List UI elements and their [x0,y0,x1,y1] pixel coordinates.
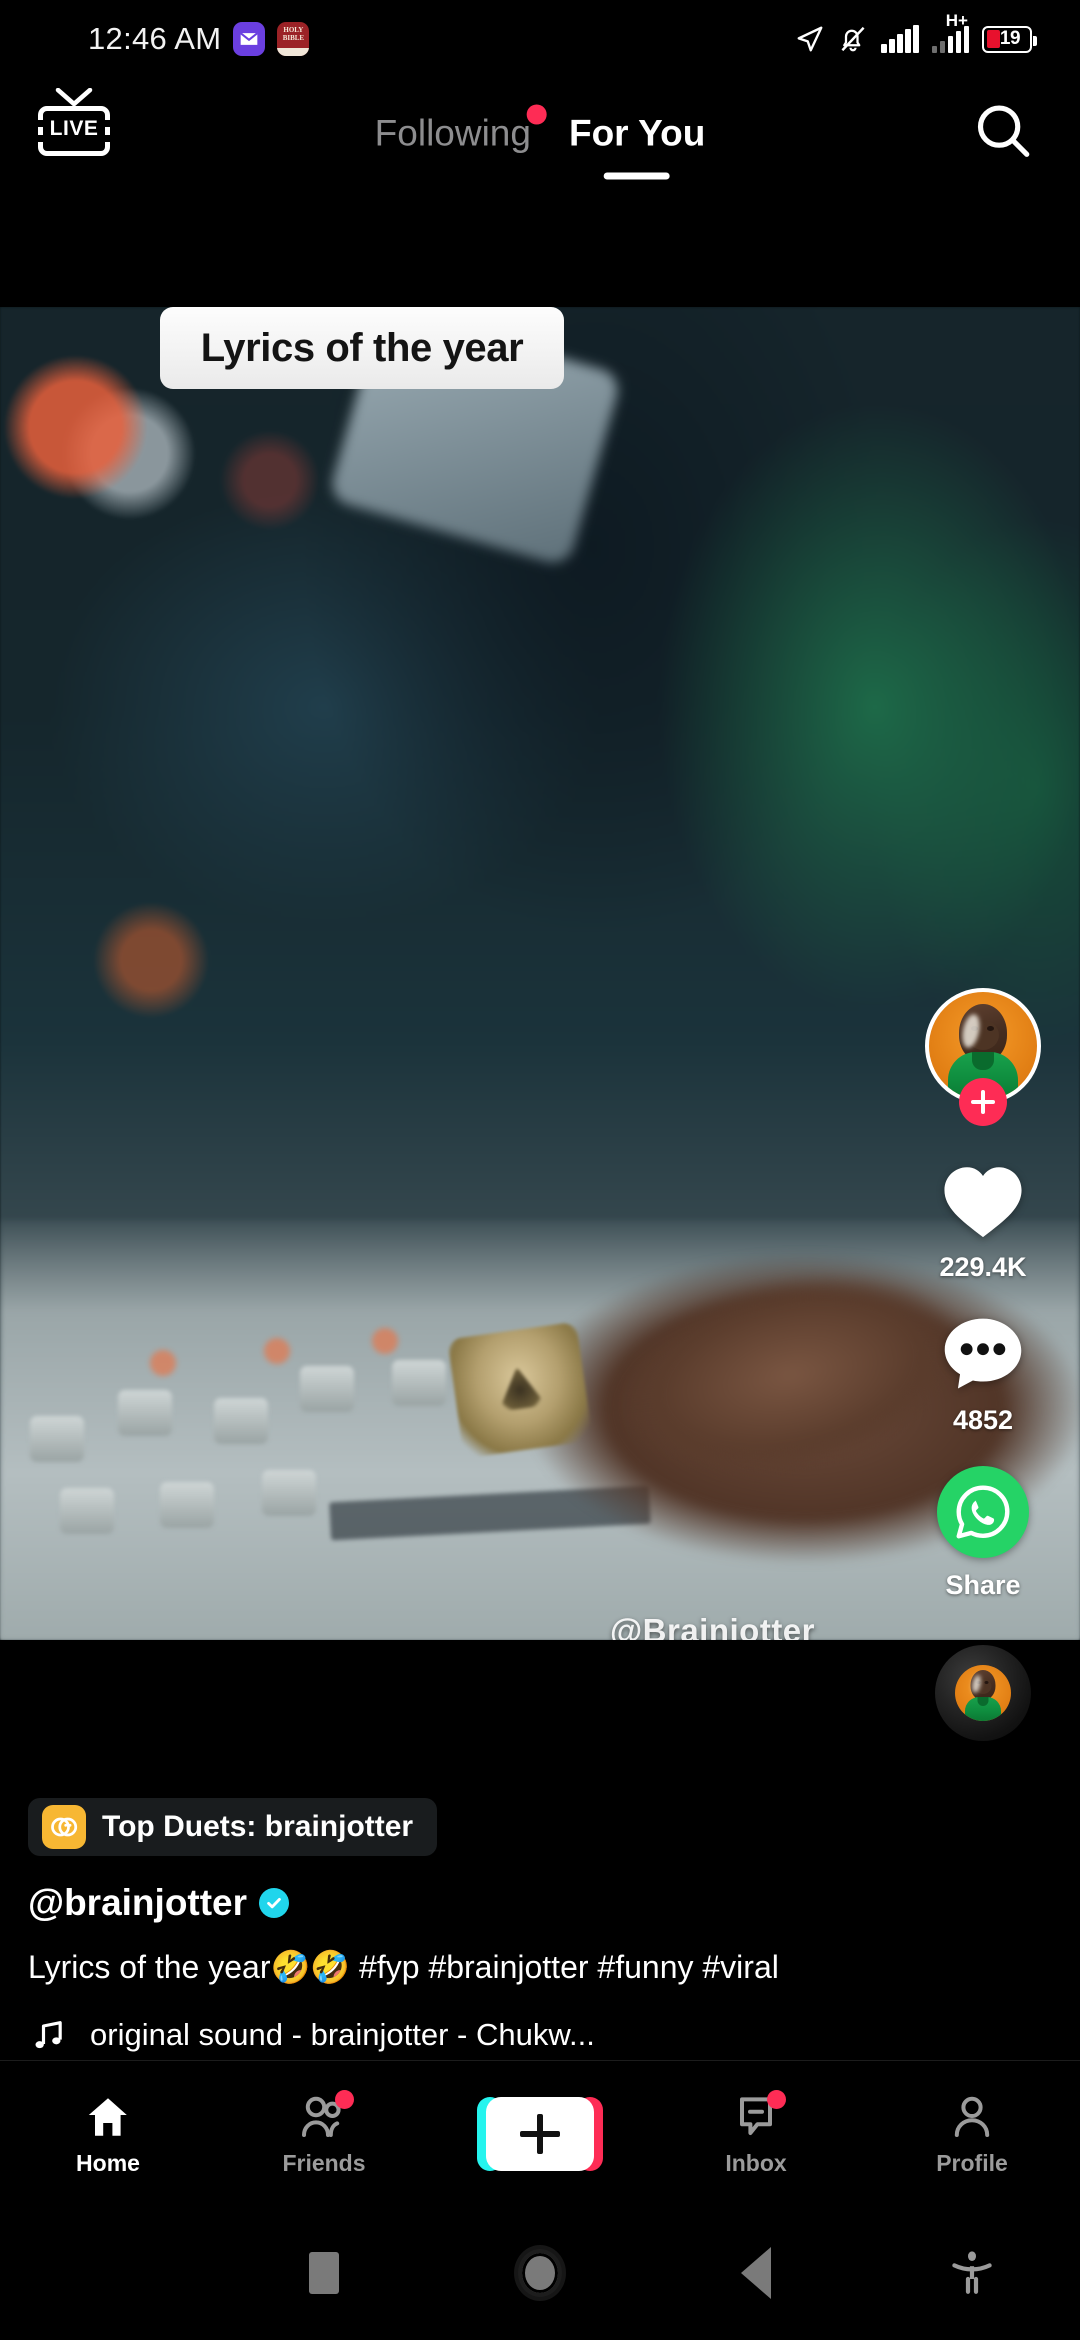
notifications-muted-icon [841,26,865,52]
plus-icon [520,2113,560,2154]
share-button[interactable]: Share [937,1466,1029,1601]
feed-tabs: Following For You [374,104,706,180]
action-rail: 229.4K 4852 Share [908,988,1058,1741]
comment-bubble-icon [940,1313,1026,1393]
home-circle-icon [514,2245,566,2301]
tab-following-label: Following [374,112,531,154]
active-tab-underline [604,172,671,180]
tab-for-you[interactable]: For You [568,112,706,180]
bible-app-icon: HOLY BIBLE [277,22,310,56]
video-text-sticker-label: Lyrics of the year [200,325,524,370]
home-button[interactable] [432,2245,648,2301]
network-type-label: H+ [945,11,968,30]
video-watermark: @Brainjotter [609,1612,815,1640]
status-bar-right: H+ 19 [795,12,1080,54]
nav-item-home[interactable]: Home [0,2092,216,2175]
like-button[interactable]: 229.4K [939,1160,1027,1283]
inbox-icon [728,2090,786,2142]
disc-avatar-eye-right [984,1681,989,1684]
battery-percent-label: 19 [999,28,1021,49]
status-bar: 12:46 AM HOLY BIBLE H+ 19 [0,0,1080,78]
music-note-icon [35,2021,62,2049]
post-info: Top Duets: brainjotter @brainjotter Lyri… [28,1797,788,2056]
search-icon [977,105,1030,157]
back-triangle-icon [741,2247,771,2299]
location-arrow-icon [797,26,823,52]
author-avatar-button[interactable] [925,988,1041,1126]
back-button[interactable] [648,2247,864,2299]
home-icon [80,2092,136,2142]
top-navigation-bar: LIVE Following For You [0,78,1080,188]
recents-button[interactable] [216,2252,432,2294]
music-row[interactable]: original sound - brainjotter - Chukw... [28,2014,788,2056]
verified-badge-icon [259,1887,290,1918]
accessibility-icon [952,2251,992,2294]
friends-badge-dot [335,2090,354,2109]
accessibility-button[interactable] [864,2247,1080,2299]
music-disc-avatar [955,1665,1011,1721]
profile-icon [944,2092,1000,2142]
create-button-wrapper [432,2096,648,2171]
status-bar-left: 12:46 AM HOLY BIBLE [0,21,310,57]
tv-antenna-icon [55,88,93,107]
comment-button[interactable]: 4852 [940,1313,1026,1436]
nav-item-profile[interactable]: Profile [864,2092,1080,2175]
bottom-navigation-bar: Home Friends Inbox Profile [0,2060,1080,2206]
video-gold-ring [447,1321,593,1459]
like-count: 229.4K [939,1252,1027,1282]
whatsapp-icon [937,1466,1029,1558]
post-caption[interactable]: Lyrics of the year🤣🤣 #fyp #brainjotter #… [28,1946,788,1988]
heart-icon [939,1160,1027,1240]
nav-item-inbox[interactable]: Inbox [648,2090,864,2176]
status-bar-clock: 12:46 AM [88,21,222,56]
author-username: @brainjotter [28,1881,248,1923]
mail-icon [233,22,266,56]
author-row[interactable]: @brainjotter [28,1882,788,1924]
live-tv-icon: LIVE [37,88,121,156]
nav-label-friends: Friends [282,2150,366,2176]
create-post-button[interactable] [477,2096,603,2171]
disc-avatar-head [970,1670,996,1700]
share-label: Share [945,1570,1021,1600]
nav-label-home: Home [76,2150,140,2176]
music-title: original sound - brainjotter - Chukw... [90,2017,595,2052]
duet-badge[interactable]: Top Duets: brainjotter [28,1797,438,1856]
duet-badge-label: Top Duets: brainjotter [102,1809,414,1843]
avatar-collar [972,1052,994,1070]
follow-button[interactable] [959,1078,1007,1126]
nav-label-inbox: Inbox [725,2150,787,2176]
battery-indicator: 19 [982,25,1037,53]
nav-label-profile: Profile [936,2150,1008,2176]
search-button[interactable] [972,100,1034,167]
inbox-badge-dot [767,2090,786,2109]
music-disc-button[interactable] [935,1645,1031,1741]
live-label: LIVE [49,117,99,140]
recents-square-icon [309,2252,339,2294]
video-text-sticker[interactable]: Lyrics of the year [160,307,564,389]
tab-for-you-label: For You [568,112,706,154]
tab-following[interactable]: Following [374,104,547,154]
following-badge-dot [526,104,547,125]
live-button[interactable]: LIVE [37,88,121,166]
comment-count: 4852 [952,1405,1014,1435]
system-navigation-bar [0,2206,1080,2340]
nav-item-friends[interactable]: Friends [216,2090,432,2176]
friends-icon [296,2090,354,2142]
duet-icon [42,1804,86,1849]
avatar-eye-right [987,1026,994,1031]
signal-bars-icon [881,25,919,53]
